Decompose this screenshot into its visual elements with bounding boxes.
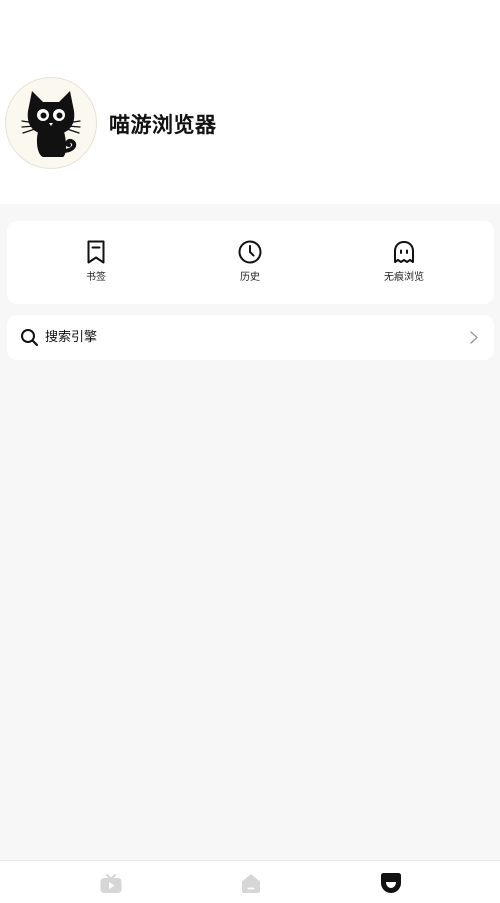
bookmark-icon [83,239,109,265]
chevron-right-icon [468,330,480,345]
incognito-label: 无痕浏览 [384,272,424,283]
avatar[interactable] [5,77,97,169]
search-engine-row[interactable]: 搜索引擎 [7,315,494,360]
nav-profile-tab[interactable] [379,871,403,895]
profile-icon [381,873,401,893]
ghost-icon [391,239,417,265]
cat-logo-icon [21,91,81,157]
incognito-button[interactable]: 无痕浏览 [344,221,464,304]
quick-actions-card: 书签 历史 无痕浏览 [7,221,494,304]
clock-icon [237,239,263,265]
app-title: 喵游浏览器 [109,113,217,137]
nav-video-tab[interactable] [99,871,123,895]
home-icon [242,874,260,893]
history-label: 历史 [240,272,260,283]
nav-home-tab[interactable] [239,871,263,895]
search-icon [20,328,39,347]
search-engine-label: 搜索引擎 [45,330,98,345]
bottom-navigation [0,860,500,903]
bookmarks-button[interactable]: 书签 [36,221,156,304]
profile-header: 喵游浏览器 [0,0,500,204]
bookmarks-label: 书签 [86,272,106,283]
video-icon [100,874,122,893]
history-button[interactable]: 历史 [190,221,310,304]
